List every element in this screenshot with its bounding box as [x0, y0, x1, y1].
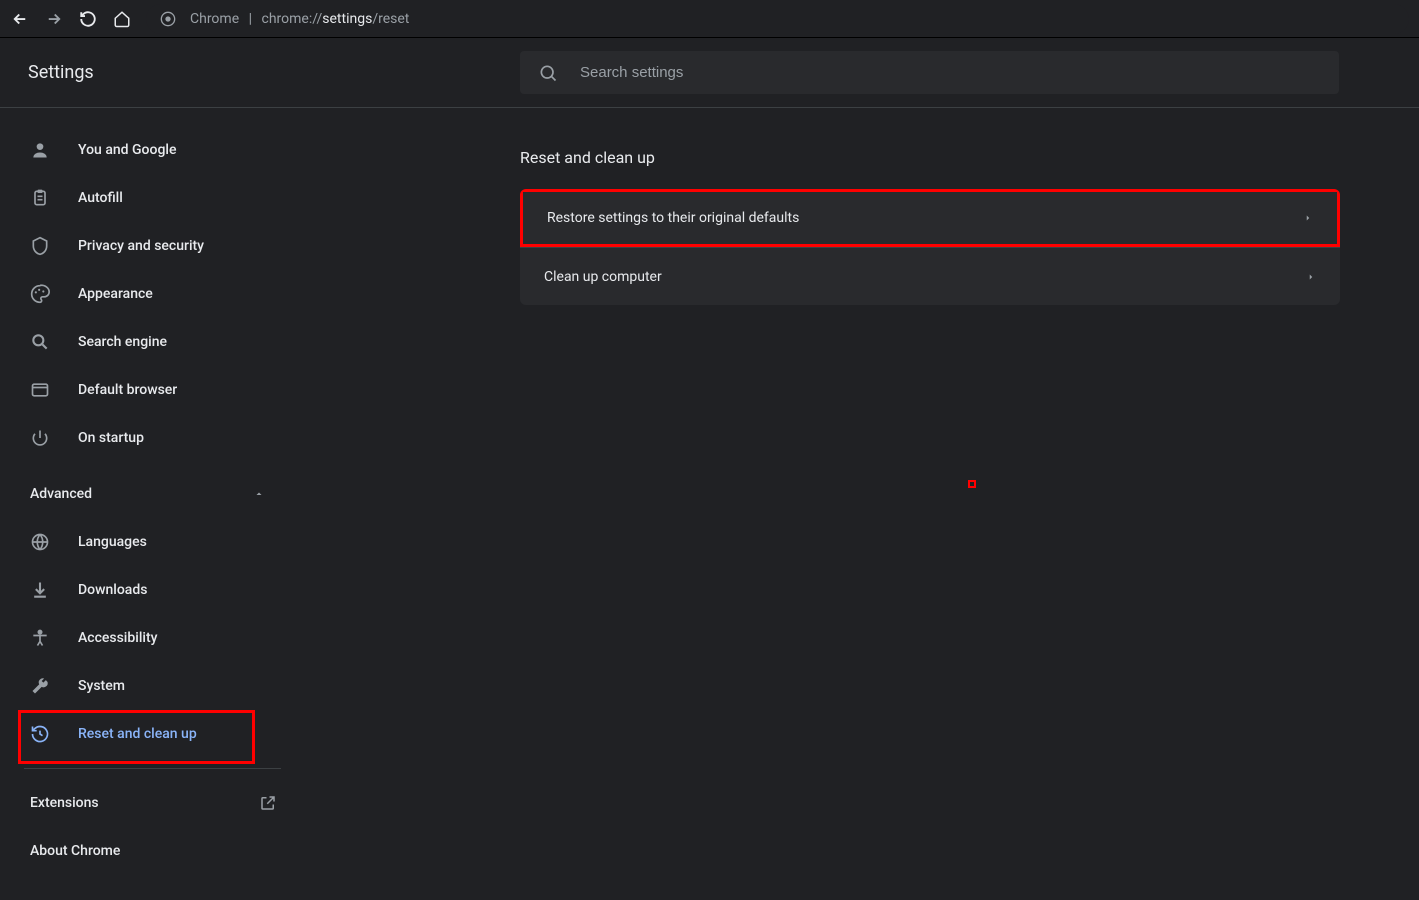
- settings-header: Settings: [0, 38, 1419, 108]
- address-url: Chrome | chrome://settings/reset: [190, 11, 409, 27]
- palette-icon: [30, 284, 50, 304]
- chevron-up-icon: [253, 488, 265, 500]
- url-strong: settings: [322, 11, 372, 27]
- power-icon: [30, 428, 50, 448]
- settings-main: Reset and clean up Restore settings to t…: [305, 108, 1419, 900]
- sidebar-item-autofill[interactable]: Autofill: [0, 174, 305, 222]
- browser-icon: [30, 380, 50, 400]
- search-icon: [538, 63, 558, 83]
- sidebar-item-accessibility[interactable]: Accessibility: [0, 614, 305, 662]
- search-icon: [30, 332, 50, 352]
- address-omnibox[interactable]: Chrome | chrome://settings/reset: [146, 4, 1409, 34]
- sidebar-item-languages[interactable]: Languages: [0, 518, 305, 566]
- sidebar-item-system[interactable]: System: [0, 662, 305, 710]
- page-title: Settings: [28, 62, 520, 83]
- advanced-label: Advanced: [30, 486, 92, 502]
- sidebar-item-search-engine[interactable]: Search engine: [0, 318, 305, 366]
- sidebar-advanced-toggle[interactable]: Advanced: [0, 470, 305, 518]
- row-label: Restore settings to their original defau…: [547, 210, 799, 226]
- sidebar-item-privacy[interactable]: Privacy and security: [0, 222, 305, 270]
- sidebar-about-chrome[interactable]: About Chrome: [0, 827, 305, 875]
- chevron-right-icon: [1303, 213, 1313, 223]
- sidebar-item-label: On startup: [78, 430, 144, 446]
- section-title: Reset and clean up: [520, 148, 1419, 167]
- sidebar-item-label: Appearance: [78, 286, 153, 302]
- sidebar-item-default-browser[interactable]: Default browser: [0, 366, 305, 414]
- settings-body: You and Google Autofill Privacy and secu…: [0, 108, 1419, 900]
- sidebar-item-label: Default browser: [78, 382, 177, 398]
- reload-button[interactable]: [78, 9, 98, 29]
- settings-search[interactable]: [520, 51, 1339, 94]
- forward-button[interactable]: [44, 9, 64, 29]
- sidebar-item-label: System: [78, 678, 125, 694]
- sidebar-item-label: Downloads: [78, 582, 147, 598]
- sidebar-item-on-startup[interactable]: On startup: [0, 414, 305, 462]
- accessibility-icon: [30, 628, 50, 648]
- download-icon: [30, 580, 50, 600]
- sidebar-item-appearance[interactable]: Appearance: [0, 270, 305, 318]
- restore-icon: [30, 724, 50, 744]
- extensions-label: Extensions: [30, 795, 99, 811]
- about-label: About Chrome: [30, 843, 120, 859]
- sidebar-item-label: Reset and clean up: [78, 726, 197, 742]
- row-restore-defaults[interactable]: Restore settings to their original defau…: [520, 189, 1340, 247]
- reset-card: Restore settings to their original defau…: [520, 189, 1340, 305]
- url-suffix: /reset: [372, 11, 409, 27]
- external-link-icon: [259, 794, 277, 812]
- row-clean-up-computer[interactable]: Clean up computer: [520, 247, 1340, 305]
- wrench-icon: [30, 676, 50, 696]
- url-origin-label: Chrome: [190, 11, 239, 27]
- search-input[interactable]: [578, 63, 1321, 82]
- globe-icon: [30, 532, 50, 552]
- chrome-icon: [160, 11, 176, 27]
- sidebar-item-label: Privacy and security: [78, 238, 204, 254]
- sidebar-item-label: Accessibility: [78, 630, 157, 646]
- home-button[interactable]: [112, 9, 132, 29]
- row-label: Clean up computer: [544, 269, 662, 285]
- sidebar-item-downloads[interactable]: Downloads: [0, 566, 305, 614]
- sidebar-divider: [24, 768, 281, 769]
- sidebar-item-you-and-google[interactable]: You and Google: [0, 126, 305, 174]
- url-dim: chrome://: [262, 11, 323, 27]
- shield-icon: [30, 236, 50, 256]
- person-icon: [30, 140, 50, 160]
- chevron-right-icon: [1306, 272, 1316, 282]
- sidebar-item-label: You and Google: [78, 142, 176, 158]
- settings-sidebar: You and Google Autofill Privacy and secu…: [0, 108, 305, 900]
- clipboard-icon: [30, 188, 50, 208]
- browser-address-bar: Chrome | chrome://settings/reset: [0, 0, 1419, 38]
- sidebar-item-label: Languages: [78, 534, 147, 550]
- sidebar-extensions[interactable]: Extensions: [0, 779, 305, 827]
- sidebar-item-label: Search engine: [78, 334, 167, 350]
- sidebar-item-reset[interactable]: Reset and clean up: [0, 710, 305, 758]
- sidebar-item-label: Autofill: [78, 190, 123, 206]
- back-button[interactable]: [10, 9, 30, 29]
